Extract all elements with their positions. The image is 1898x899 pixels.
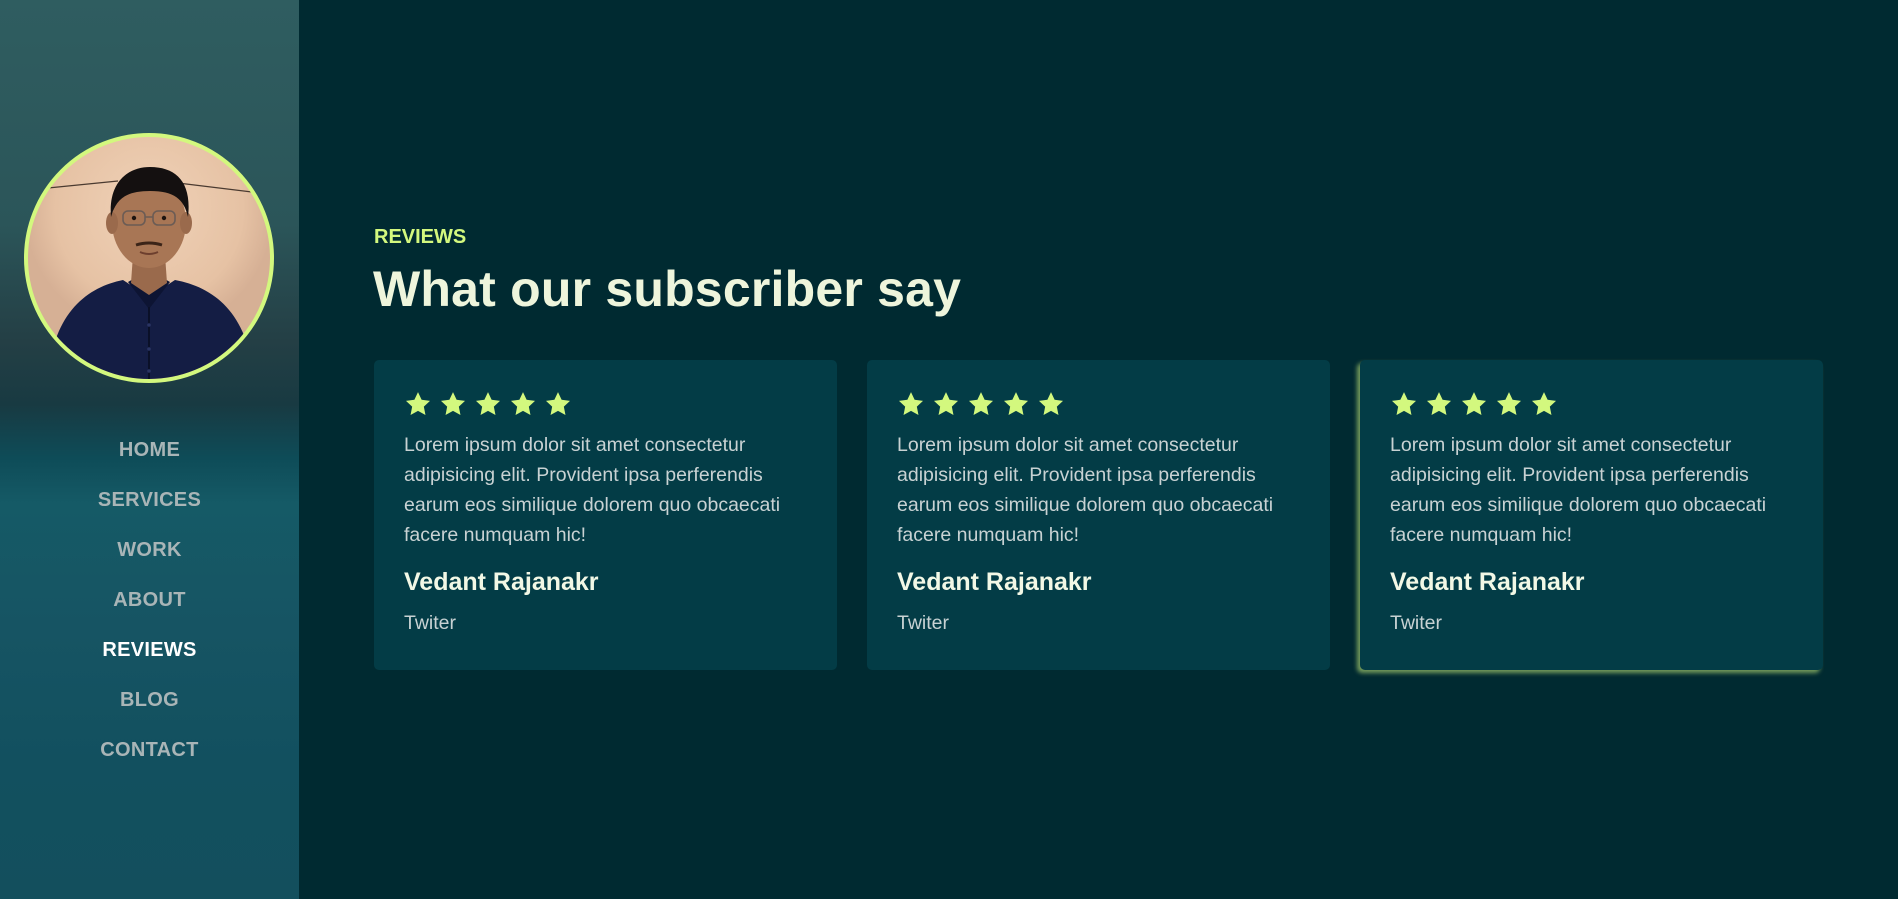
star-icon	[933, 392, 959, 415]
star-icon	[440, 392, 466, 415]
review-card: Lorem ipsum dolor sit amet consectetur a…	[867, 360, 1330, 670]
section-title: What our subscriber say	[373, 261, 962, 317]
review-text: Lorem ipsum dolor sit amet consectetur a…	[897, 434, 1274, 546]
nav-item-blog: BLOG	[0, 675, 299, 725]
avatar	[24, 133, 274, 383]
nav-item-services: SERVICES	[0, 475, 299, 525]
section-eyebrow: REVIEWS	[374, 226, 467, 248]
star-icon	[898, 392, 924, 415]
sidebar: HOME SERVICES WORK ABOUT REVIEWS BLOG CO…	[0, 0, 299, 899]
star-rating	[897, 390, 1300, 420]
nav-item-home: HOME	[0, 425, 299, 475]
star-icon	[1391, 392, 1417, 415]
star-icon	[405, 392, 431, 415]
nav-item-contact: CONTACT	[0, 725, 299, 775]
nav-item-work: WORK	[0, 525, 299, 575]
nav-link-contact[interactable]: CONTACT	[100, 739, 198, 762]
reviewer-platform: Twiter	[404, 612, 457, 634]
reviewer-platform: Twiter	[1390, 612, 1443, 634]
reviewer-platform: Twiter	[897, 612, 950, 634]
nav-link-reviews[interactable]: REVIEWS	[102, 639, 196, 662]
star-icon	[1531, 392, 1557, 415]
star-icon	[475, 392, 501, 415]
review-card: Lorem ipsum dolor sit amet consectetur a…	[1360, 360, 1823, 670]
star-icon	[510, 392, 536, 415]
star-icon	[1496, 392, 1522, 415]
nav-link-about[interactable]: ABOUT	[113, 589, 186, 612]
star-rating	[1390, 390, 1793, 420]
review-card: Lorem ipsum dolor sit amet consectetur a…	[374, 360, 837, 670]
profile-photo	[37, 167, 261, 379]
nav-item-about: ABOUT	[0, 575, 299, 625]
star-icon	[1038, 392, 1064, 415]
nav-item-reviews: REVIEWS	[0, 625, 299, 675]
star-icon	[545, 392, 571, 415]
page: HOME SERVICES WORK ABOUT REVIEWS BLOG CO…	[0, 0, 1898, 899]
review-cards: Lorem ipsum dolor sit amet consectetur a…	[374, 360, 1823, 670]
nav-link-blog[interactable]: BLOG	[120, 689, 179, 712]
reviewer-name: Vedant Rajanakr	[404, 568, 599, 596]
reviewer-name: Vedant Rajanakr	[897, 568, 1092, 596]
star-rating	[404, 390, 807, 420]
review-text: Lorem ipsum dolor sit amet consectetur a…	[404, 434, 781, 546]
star-icon	[1003, 392, 1029, 415]
nav-link-services[interactable]: SERVICES	[98, 489, 201, 512]
nav-link-work[interactable]: WORK	[117, 539, 182, 562]
star-icon	[1461, 392, 1487, 415]
star-icon	[1426, 392, 1452, 415]
reviewer-name: Vedant Rajanakr	[1390, 568, 1585, 596]
star-icon	[968, 392, 994, 415]
main-nav: HOME SERVICES WORK ABOUT REVIEWS BLOG CO…	[0, 425, 299, 775]
nav-link-home[interactable]: HOME	[119, 439, 180, 462]
review-text: Lorem ipsum dolor sit amet consectetur a…	[1390, 434, 1767, 546]
